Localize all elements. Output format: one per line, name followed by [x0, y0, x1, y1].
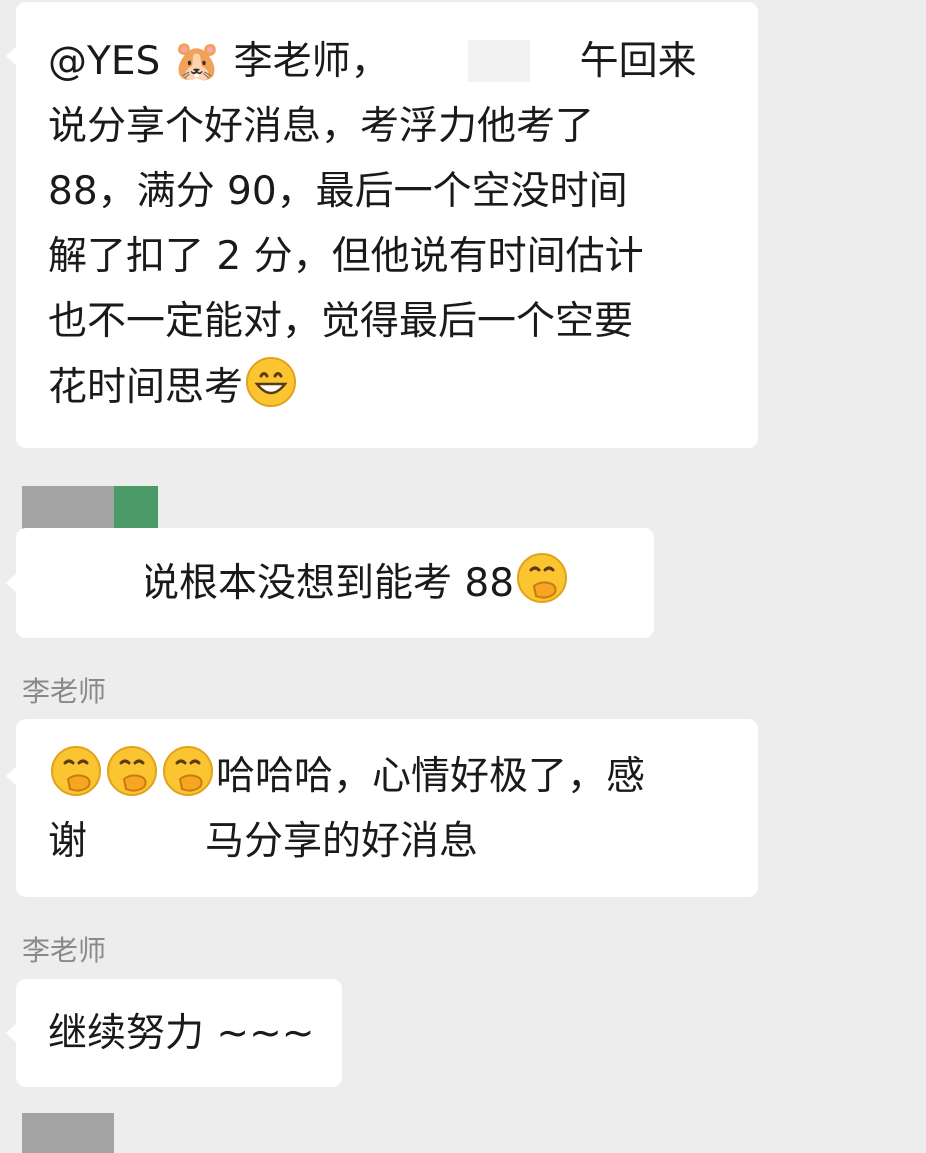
- message-bubble-4[interactable]: 继续努力 ~~~: [6, 979, 342, 1087]
- avatar[interactable]: [22, 1113, 114, 1153]
- message-line: 说分享个好消息，考浮力他考了: [48, 104, 595, 149]
- face-with-hand-over-mouth-icon: [48, 743, 104, 799]
- sender-name: 李老师: [22, 675, 107, 708]
- face-with-hand-over-mouth-icon: [514, 550, 570, 606]
- message-line: @YES 🐹 李老师， 午回来: [48, 39, 697, 84]
- message-line: 花时间思考: [48, 354, 726, 420]
- redaction-block: [22, 534, 146, 636]
- message-line: 继续努力 ~~~: [48, 1011, 315, 1056]
- message-line: 88，满分 90，最后一个空没时间: [48, 169, 628, 214]
- message-bubble-1[interactable]: @YES 🐹 李老师， 午回来 说分享个好消息，考浮力他考了 88，满分 90，最…: [6, 2, 758, 448]
- sender-name: 李老师: [22, 934, 107, 967]
- avatar[interactable]: [22, 486, 158, 532]
- face-with-hand-over-mouth-icon: [160, 743, 216, 799]
- grinning-face-icon: [243, 354, 299, 410]
- redaction-block: [468, 40, 530, 82]
- redaction-block: [112, 806, 202, 874]
- message-line: 解了扣了 2 分，但他说有时间估计: [48, 234, 644, 279]
- avatar-grey-block: [22, 486, 114, 532]
- avatar-grey-block: [22, 1113, 114, 1153]
- face-with-hand-over-mouth-icon: [104, 743, 160, 799]
- message-line: 也不一定能对，觉得最后一个空要: [48, 299, 634, 344]
- avatar-green-block: [114, 486, 158, 532]
- message-line: 哈哈哈，心情好极了，感: [48, 743, 726, 809]
- message-line: 说根本没想到能考 88: [140, 550, 622, 616]
